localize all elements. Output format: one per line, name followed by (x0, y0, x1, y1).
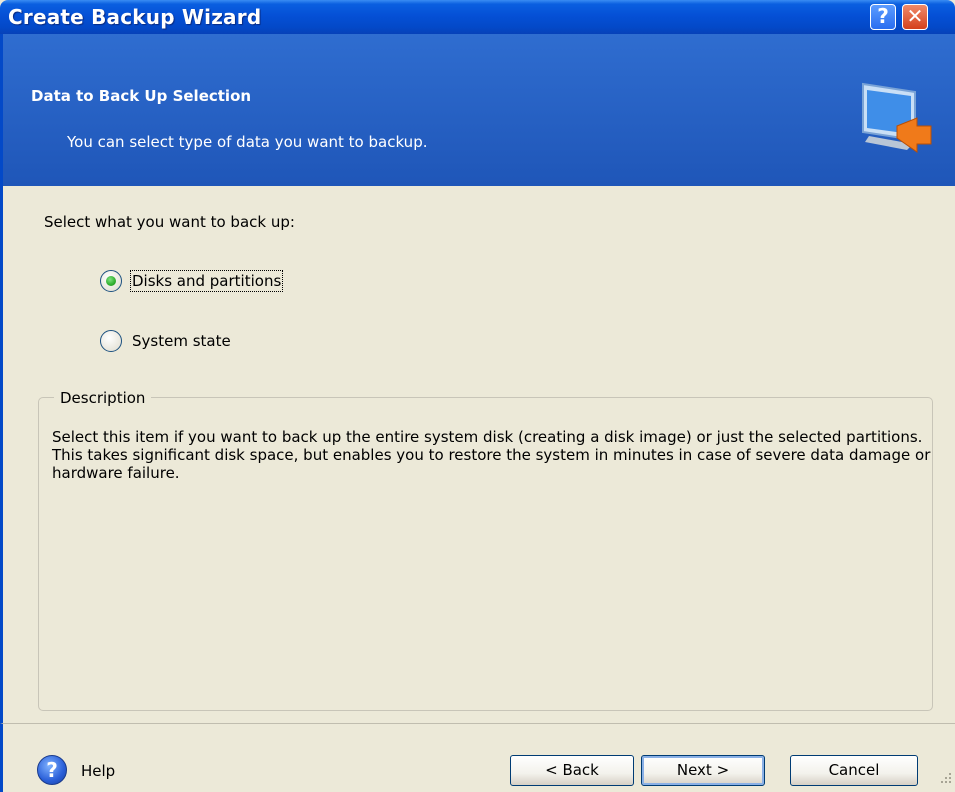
radio-disks-and-partitions[interactable] (100, 270, 122, 292)
monitor-arrow-icon (862, 82, 932, 153)
description-text: Select this item if you want to back up … (52, 428, 931, 482)
wizard-header (0, 34, 955, 186)
title-help-button[interactable]: ? (870, 4, 896, 30)
option-system-state[interactable]: System state (100, 328, 231, 354)
cancel-button[interactable]: Cancel (790, 755, 918, 786)
title-close-button[interactable]: ✕ (902, 4, 928, 30)
resize-grip-icon[interactable] (940, 772, 952, 784)
selection-prompt: Select what you want to back up: (44, 213, 295, 231)
help-icon[interactable]: ? (37, 755, 67, 785)
option-disks-and-partitions[interactable]: Disks and partitions (100, 268, 284, 294)
next-button[interactable]: Next > (641, 755, 765, 786)
window-title: Create Backup Wizard (8, 5, 262, 29)
description-legend: Description (54, 389, 152, 407)
page-subtitle: You can select type of data you want to … (67, 133, 428, 151)
page-title: Data to Back Up Selection (31, 87, 252, 105)
option-label-disks[interactable]: Disks and partitions (129, 270, 284, 292)
option-label-system-state[interactable]: System state (132, 332, 231, 350)
help-link[interactable]: Help (81, 762, 115, 780)
wizard-window: Create Backup Wizard ? ✕ Data to Back Up… (0, 0, 955, 792)
title-bar[interactable]: Create Backup Wizard ? ✕ (0, 0, 955, 34)
back-button[interactable]: < Back (510, 755, 634, 786)
radio-system-state[interactable] (100, 330, 122, 352)
